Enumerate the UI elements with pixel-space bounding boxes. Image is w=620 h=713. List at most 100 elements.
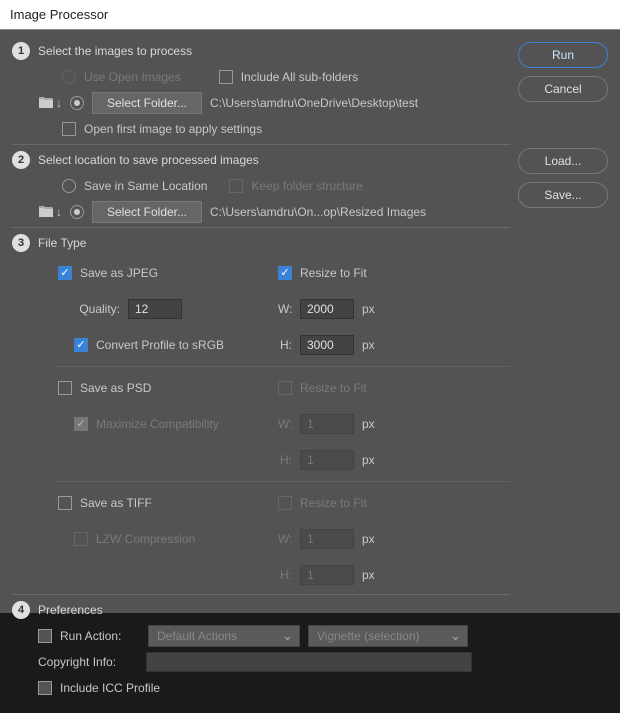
window-title: Image Processor [10, 7, 108, 22]
browse-dest-icon[interactable]: ↓ [38, 205, 62, 219]
jpeg-group: Save as JPEG Quality: Convert Profile to… [12, 258, 510, 360]
checkbox-keep-structure[interactable] [229, 179, 243, 193]
checkbox-tiff-resize[interactable] [278, 496, 292, 510]
select-dest-folder-button[interactable]: Select Folder... [92, 201, 202, 223]
radio-save-same-location[interactable] [62, 179, 76, 193]
checkbox-save-tiff[interactable] [58, 496, 72, 510]
label-copyright: Copyright Info: [38, 655, 138, 669]
step-badge-1: 1 [12, 42, 30, 60]
section-3-title: File Type [38, 236, 86, 250]
step-badge-2: 2 [12, 151, 30, 169]
select-source-folder-button[interactable]: Select Folder... [92, 92, 202, 114]
input-jpeg-quality[interactable] [128, 299, 182, 319]
checkbox-run-action[interactable] [38, 629, 52, 643]
select-action-name-value: Vignette (selection) [317, 629, 420, 643]
label-convert-srgb: Convert Profile to sRGB [96, 338, 224, 352]
select-action-set[interactable]: Default Actions [148, 625, 300, 647]
label-save-psd: Save as PSD [80, 381, 151, 395]
select-action-set-value: Default Actions [157, 629, 237, 643]
label-include-icc: Include ICC Profile [60, 681, 160, 695]
label-use-open-images: Use Open Images [84, 70, 181, 84]
label-save-jpeg: Save as JPEG [80, 266, 158, 280]
label-psd-h: H: [278, 453, 292, 467]
checkbox-include-icc[interactable] [38, 681, 52, 695]
label-tiff-h: H: [278, 568, 292, 582]
divider-2 [12, 227, 510, 228]
radio-dest-folder[interactable] [70, 205, 84, 219]
radio-source-folder[interactable] [70, 96, 84, 110]
left-panel: 1 Select the images to process Use Open … [12, 42, 518, 705]
radio-use-open-images[interactable] [62, 70, 76, 84]
psd-group: Save as PSD Maximize Compatibility Resiz… [12, 373, 510, 475]
dest-path: C:\Users\amdru\On...op\Resized Images [210, 205, 426, 219]
label-save-same: Save in Same Location [84, 179, 207, 193]
label-tiff-w: W: [278, 532, 292, 546]
browse-source-icon[interactable]: ↓ [38, 96, 62, 110]
checkbox-lzw[interactable] [74, 532, 88, 546]
label-keep-structure: Keep folder structure [251, 179, 362, 193]
section-preferences: 4 Preferences Run Action: Default Action… [12, 601, 510, 699]
section-2-header: 2 Select location to save processed imag… [12, 151, 510, 169]
divider-3 [12, 594, 510, 595]
row-copyright: Copyright Info: [12, 651, 510, 673]
label-open-first: Open first image to apply settings [84, 122, 262, 136]
checkbox-psd-resize[interactable] [278, 381, 292, 395]
checkbox-convert-srgb[interactable] [74, 338, 88, 352]
checkbox-open-first[interactable] [62, 122, 76, 136]
label-save-tiff: Save as TIFF [80, 496, 152, 510]
label-jpeg-resize: Resize to Fit [300, 266, 367, 280]
checkbox-max-compat[interactable] [74, 417, 88, 431]
unit-jpeg-w: px [362, 302, 375, 316]
section-4-title: Preferences [38, 603, 103, 617]
checkbox-save-psd[interactable] [58, 381, 72, 395]
input-jpeg-width[interactable] [300, 299, 354, 319]
section-1-title: Select the images to process [38, 44, 192, 58]
cancel-button[interactable]: Cancel [518, 76, 608, 102]
label-max-compat: Maximize Compatibility [96, 417, 219, 431]
load-button[interactable]: Load... [518, 148, 608, 174]
row-dest-folder: ↓ Select Folder... C:\Users\amdru\On...o… [12, 201, 510, 223]
checkbox-jpeg-resize[interactable] [278, 266, 292, 280]
image-processor-dialog: Image Processor 1 Select the images to p… [0, 0, 620, 613]
label-psd-resize: Resize to Fit [300, 381, 367, 395]
checkbox-save-jpeg[interactable] [58, 266, 72, 280]
input-tiff-height [300, 565, 354, 585]
input-copyright[interactable] [146, 652, 472, 672]
unit-psd-h: px [362, 453, 375, 467]
source-path: C:\Users\amdru\OneDrive\Desktop\test [210, 96, 418, 110]
divider-1 [12, 144, 510, 145]
row-use-open-images: Use Open Images Include All sub-folders [12, 66, 510, 88]
label-tiff-resize: Resize to Fit [300, 496, 367, 510]
section-filetype: 3 File Type Save as JPEG Quality: [12, 234, 510, 595]
label-jpeg-h: H: [278, 338, 292, 352]
row-open-first: Open first image to apply settings [12, 118, 510, 140]
select-action-name[interactable]: Vignette (selection) [308, 625, 468, 647]
row-run-action: Run Action: Default Actions Vignette (se… [12, 625, 510, 647]
divider-psd-tiff [56, 481, 510, 482]
unit-jpeg-h: px [362, 338, 375, 352]
step-badge-4: 4 [12, 601, 30, 619]
section-destination: 2 Select location to save processed imag… [12, 151, 510, 228]
label-run-action: Run Action: [60, 629, 140, 643]
label-lzw: LZW Compression [96, 532, 195, 546]
checkbox-include-subfolders[interactable] [219, 70, 233, 84]
step-badge-3: 3 [12, 234, 30, 252]
section-3-header: 3 File Type [12, 234, 510, 252]
save-button[interactable]: Save... [518, 182, 608, 208]
content-area: 1 Select the images to process Use Open … [0, 30, 620, 713]
tiff-group: Save as TIFF LZW Compression Resize to F… [12, 488, 510, 590]
divider-jpeg-psd [56, 366, 510, 367]
unit-psd-w: px [362, 417, 375, 431]
row-source-folder: ↓ Select Folder... C:\Users\amdru\OneDri… [12, 92, 510, 114]
label-psd-w: W: [278, 417, 292, 431]
unit-tiff-w: px [362, 532, 375, 546]
run-button[interactable]: Run [518, 42, 608, 68]
section-2-title: Select location to save processed images [38, 153, 259, 167]
input-jpeg-height[interactable] [300, 335, 354, 355]
titlebar: Image Processor [0, 0, 620, 30]
input-psd-height [300, 450, 354, 470]
right-panel: Run Cancel Load... Save... [518, 42, 608, 705]
row-icc: Include ICC Profile [12, 677, 510, 699]
input-psd-width [300, 414, 354, 434]
section-4-header: 4 Preferences [12, 601, 510, 619]
